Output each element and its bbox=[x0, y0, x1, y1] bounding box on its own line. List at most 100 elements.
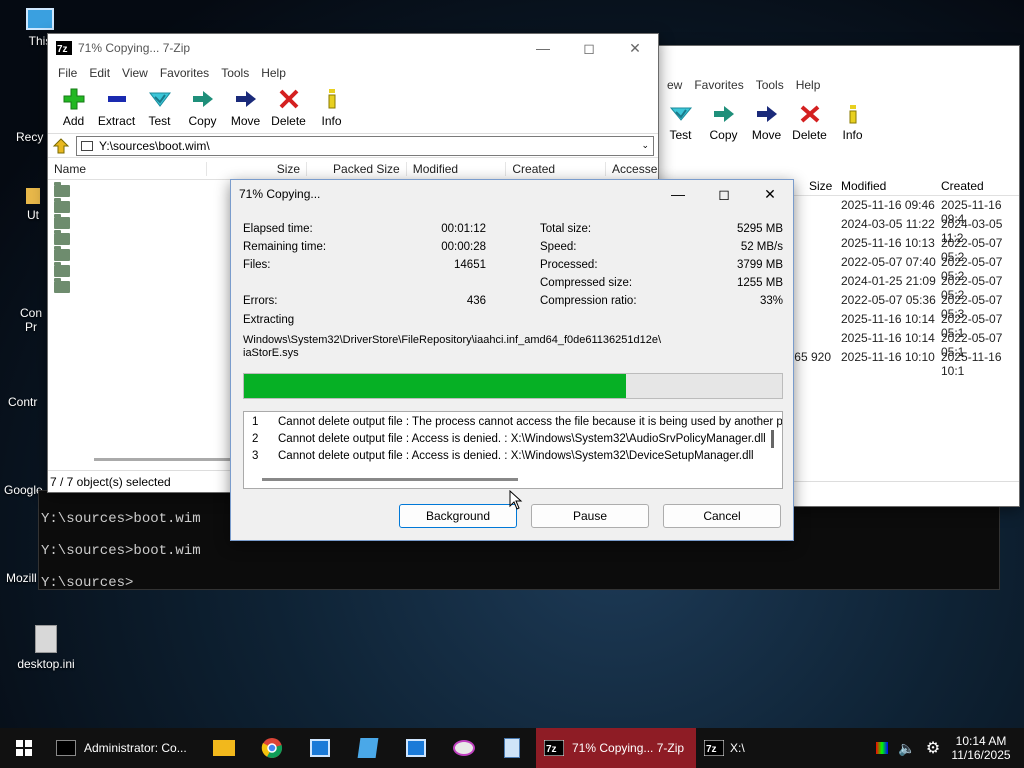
desktop-icon-utilities[interactable]: Ut bbox=[26, 188, 40, 222]
desktop-icon-control-panel-prompt[interactable]: Con Pr bbox=[16, 306, 46, 334]
minimize-button[interactable]: — bbox=[520, 34, 566, 62]
speed-label: Speed: bbox=[540, 241, 577, 253]
taskbar-window-app-2[interactable] bbox=[392, 728, 440, 768]
taskbar-7zip-drive[interactable]: 7z X:\ bbox=[696, 728, 758, 768]
menu-help[interactable]: Help bbox=[790, 78, 827, 92]
background-button[interactable]: Background bbox=[399, 504, 517, 528]
cancel-button[interactable]: Cancel bbox=[663, 504, 781, 528]
taskbar-file-explorer[interactable] bbox=[200, 728, 248, 768]
taskbar-app-window[interactable] bbox=[296, 728, 344, 768]
add-button[interactable]: Add bbox=[52, 84, 95, 128]
folder-up-icon[interactable] bbox=[52, 137, 70, 155]
column-modified[interactable]: Modified bbox=[407, 161, 507, 176]
minimize-button[interactable]: — bbox=[655, 180, 701, 208]
desktop-icon-recycle-bin[interactable]: Recy bbox=[16, 130, 43, 144]
taskbar-paint[interactable] bbox=[440, 728, 488, 768]
error-item[interactable]: 1 Cannot delete output file : The process… bbox=[252, 416, 782, 428]
row-modified: 2025-11-16 10:13 bbox=[841, 236, 935, 250]
column-size[interactable]: Size bbox=[809, 179, 832, 193]
close-button[interactable]: ✕ bbox=[612, 34, 658, 62]
svg-text:7z: 7z bbox=[706, 744, 717, 755]
horizontal-scrollbar[interactable] bbox=[94, 458, 234, 461]
folder-icon[interactable] bbox=[54, 214, 70, 229]
show-desktop-button[interactable] bbox=[1016, 728, 1024, 768]
info-button[interactable]: Info bbox=[831, 100, 874, 142]
column-created[interactable]: Created bbox=[506, 161, 607, 176]
menu-help[interactable]: Help bbox=[255, 66, 292, 80]
desktop-icon-control[interactable]: Contr bbox=[8, 395, 37, 409]
notes-icon bbox=[357, 738, 379, 758]
column-modified[interactable]: Modified bbox=[841, 179, 886, 193]
desktop-icon-mozilla[interactable]: Mozill bbox=[6, 571, 37, 585]
copy-button[interactable]: Copy bbox=[702, 100, 745, 142]
terminal-icon bbox=[56, 740, 76, 756]
menu-edit[interactable]: Edit bbox=[83, 66, 116, 80]
delete-button[interactable]: Delete bbox=[788, 100, 831, 142]
start-button[interactable] bbox=[0, 728, 48, 768]
menu-file[interactable]: File bbox=[52, 66, 83, 80]
test-button[interactable]: Test bbox=[659, 100, 702, 142]
menu-tools[interactable]: Tools bbox=[215, 66, 255, 80]
errors-value: 436 bbox=[466, 295, 486, 307]
vertical-scrollbar[interactable] bbox=[771, 430, 774, 448]
error-item[interactable]: 3 Cannot delete output file : Access is d… bbox=[252, 450, 754, 462]
taskbar-notes[interactable] bbox=[344, 728, 392, 768]
taskbar-7zip-copying[interactable]: 7z 71% Copying... 7-Zip bbox=[536, 728, 696, 768]
folder-icon[interactable] bbox=[54, 230, 70, 245]
menu-tools[interactable]: Tools bbox=[750, 78, 790, 92]
taskbar-chrome[interactable] bbox=[248, 728, 296, 768]
maximize-button[interactable]: ◻ bbox=[566, 34, 612, 62]
horizontal-scrollbar[interactable] bbox=[262, 478, 518, 481]
copy-button[interactable]: Copy bbox=[181, 84, 224, 128]
console-line: Y:\sources>boot.wim bbox=[41, 511, 201, 527]
desktop-icon-google-chrome[interactable]: Google bbox=[4, 483, 43, 497]
tray-volume[interactable]: 🔈 bbox=[894, 728, 920, 768]
column-packed-size[interactable]: Packed Size bbox=[307, 161, 407, 176]
taskbar-notepad[interactable] bbox=[488, 728, 536, 768]
desktop-icon-desktop-ini[interactable]: desktop.ini bbox=[14, 625, 78, 671]
folder-icon[interactable] bbox=[54, 198, 70, 213]
speed-value: 52 MB/s bbox=[740, 241, 783, 253]
row-modified: 2025-11-16 10:14 bbox=[841, 312, 935, 326]
taskbar-console-app[interactable]: Administrator: Co... bbox=[48, 728, 200, 768]
folder-icon[interactable] bbox=[54, 262, 70, 277]
column-size[interactable]: Size bbox=[207, 161, 308, 176]
paint-icon bbox=[453, 740, 475, 756]
column-accessed[interactable]: Accesse bbox=[606, 162, 658, 176]
total-size-value: 5295 MB bbox=[736, 223, 783, 235]
extract-button[interactable]: Extract bbox=[95, 84, 138, 128]
menu-favorites[interactable]: Favorites bbox=[688, 78, 749, 92]
move-button[interactable]: Move bbox=[745, 100, 788, 142]
pause-button[interactable]: Pause bbox=[531, 504, 649, 528]
test-button[interactable]: Test bbox=[138, 84, 181, 128]
chevron-down-icon[interactable]: ⌄ bbox=[637, 140, 653, 151]
tray-clock[interactable]: 10:14 AM 11/16/2025 bbox=[946, 728, 1016, 768]
row-modified: 2022-05-07 05:36 bbox=[841, 293, 936, 307]
column-name[interactable]: Name bbox=[48, 161, 208, 176]
tray-color-icon[interactable] bbox=[870, 728, 894, 768]
folder-icon[interactable] bbox=[54, 278, 70, 293]
close-button[interactable]: ✕ bbox=[747, 180, 793, 208]
error-list[interactable]: 1 Cannot delete output file : The process… bbox=[243, 411, 783, 489]
folder-icon[interactable] bbox=[54, 246, 70, 261]
menu-favorites[interactable]: Favorites bbox=[154, 66, 215, 80]
window-app-icon bbox=[310, 739, 330, 757]
7zip-logo-icon: 7z bbox=[704, 740, 724, 756]
info-button[interactable]: Info bbox=[310, 84, 353, 128]
settings-file-icon bbox=[35, 625, 57, 653]
delete-button[interactable]: Delete bbox=[267, 84, 310, 128]
folder-icon[interactable] bbox=[54, 182, 70, 197]
error-item[interactable]: 2 Cannot delete output file : Access is d… bbox=[252, 433, 766, 445]
address-input[interactable]: Y:\sources\boot.wim\ ⌄ bbox=[76, 135, 654, 156]
maximize-button[interactable]: ◻ bbox=[701, 180, 747, 208]
tray-settings[interactable]: ⚙ bbox=[920, 728, 946, 768]
copy-arrow-icon bbox=[192, 91, 213, 107]
dialog-title: 71% Copying... bbox=[239, 187, 321, 201]
menu-view[interactable]: ew bbox=[661, 78, 688, 92]
move-arrow-icon bbox=[235, 91, 256, 107]
menu-view[interactable]: View bbox=[116, 66, 154, 80]
move-button[interactable]: Move bbox=[224, 84, 267, 128]
column-created[interactable]: Created bbox=[941, 179, 984, 193]
copy-progress-dialog[interactable]: 71% Copying... — ◻ ✕ Elapsed time: 00:01… bbox=[230, 179, 794, 541]
extract-minus-icon bbox=[107, 96, 126, 102]
